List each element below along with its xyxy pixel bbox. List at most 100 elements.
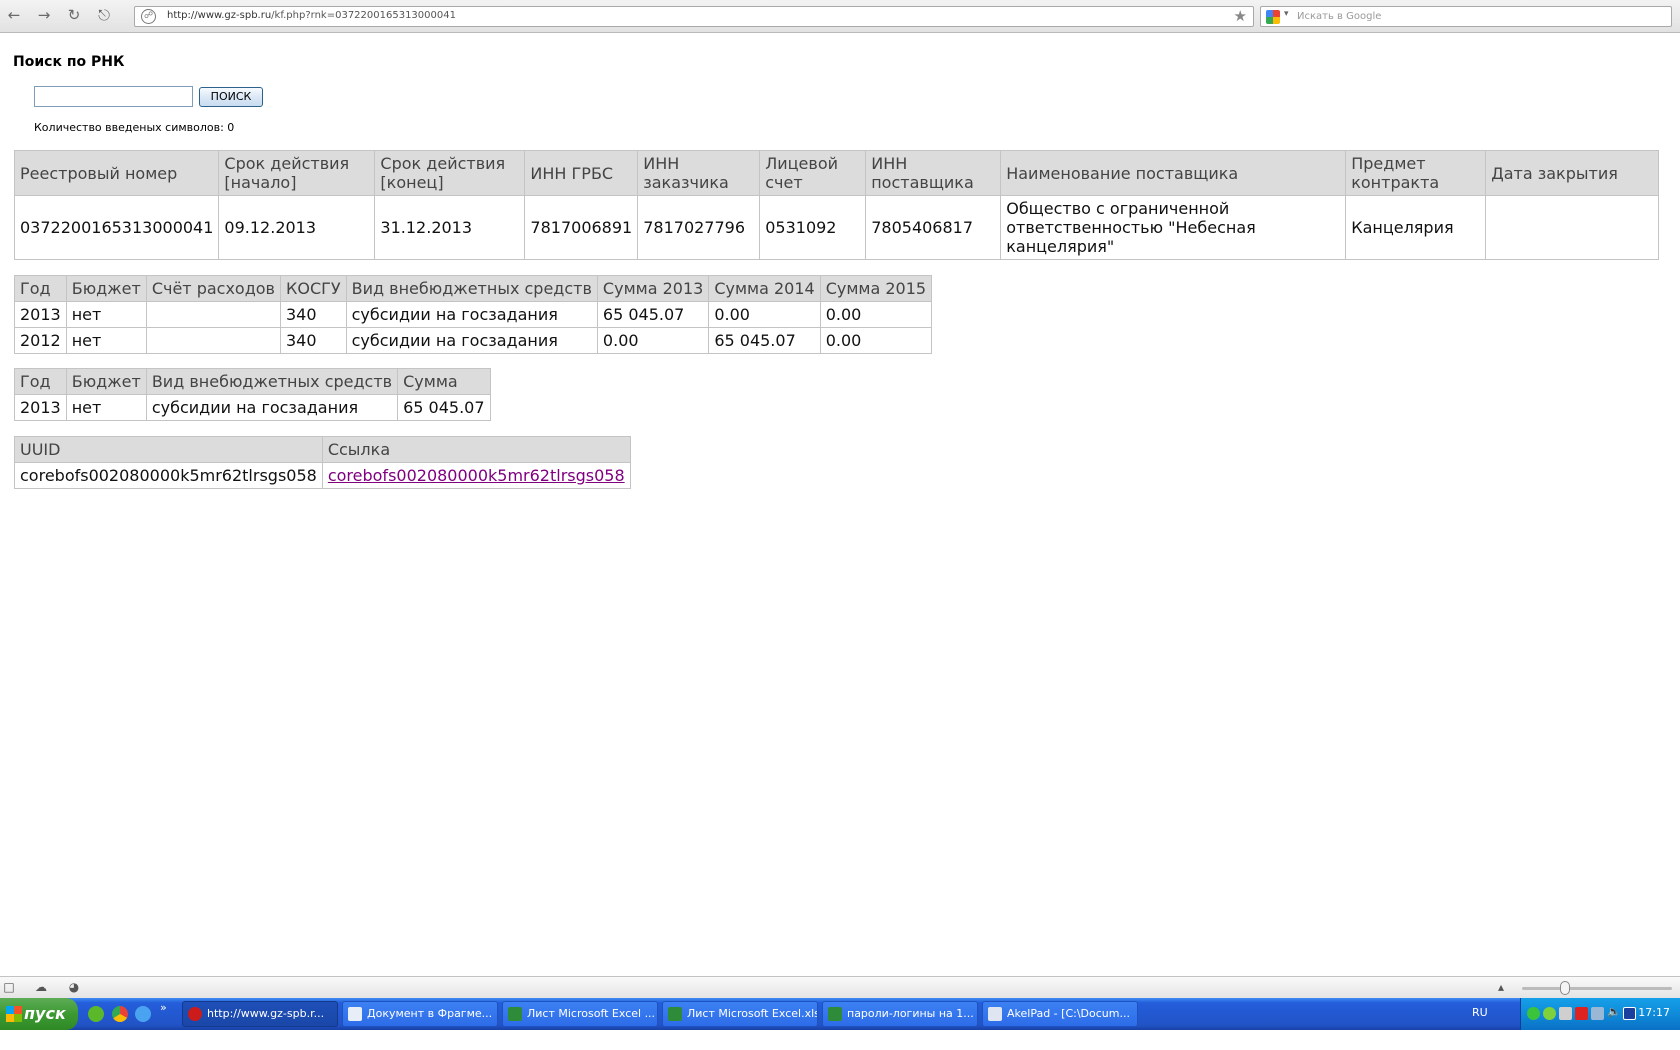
search-placeholder: Искать в Google (1297, 11, 1382, 22)
uuid-cell: corebofs002080000k5mr62tlrsgs058 (14, 462, 323, 489)
tray-app-icon[interactable] (1543, 1007, 1556, 1020)
table-cell: 2013 (14, 394, 67, 421)
tray-app-icon[interactable] (1591, 1007, 1604, 1020)
ie-icon[interactable] (135, 1006, 151, 1022)
antivirus-icon[interactable] (1527, 1007, 1540, 1020)
table-cell: нет (65, 301, 147, 328)
column-header: Реестровый номер (13, 150, 220, 196)
column-header: Вид внебюджетных средств (145, 368, 399, 395)
task-label: AkelPad - [C:\Docum... (1007, 1007, 1130, 1020)
table-row: 2013 нет 340 субсидии на госзадания 65 0… (14, 301, 933, 328)
sum-table: Год Бюджет Вид внебюджетных средств Сумм… (14, 368, 491, 421)
chrome-icon[interactable] (112, 1006, 128, 1022)
zoom-slider-track[interactable] (1522, 987, 1672, 990)
column-header: Сумма 2013 (596, 275, 710, 302)
taskbar-button[interactable]: Документ в Фрагме... (342, 1001, 498, 1027)
column-header: Предмет контракта (1345, 150, 1487, 196)
table-cell: 7817027796 (637, 195, 761, 260)
table-row: 0372200165313000041 09.12.2013 31.12.201… (13, 195, 1659, 260)
taskbar-button[interactable]: http://www.gz-spb.r... (182, 1001, 338, 1027)
browser-status-bar: □ ☁ ◕ ▴ (0, 976, 1680, 998)
column-header: Наименование поставщика (1000, 150, 1347, 196)
tray-app-icon[interactable] (1623, 1007, 1636, 1020)
panel-toggle-icon[interactable]: □ (2, 981, 16, 994)
speed-dial-icon[interactable]: ◕ (67, 981, 81, 994)
url-text[interactable]: http://www.gz-spb.ru/kf.php?rnk=03722001… (167, 10, 456, 21)
rnk-search-input[interactable] (34, 86, 193, 107)
table-cell: 09.12.2013 (218, 195, 376, 260)
taskbar-button[interactable]: Лист Microsoft Excel.xls (662, 1001, 818, 1027)
start-button[interactable]: пуск (0, 998, 78, 1030)
search-button[interactable]: ПОИСК (199, 87, 263, 107)
table-cell: 65 045.07 (708, 327, 821, 354)
cloud-icon[interactable]: ☁ (34, 981, 48, 994)
finance-table: Год Бюджет Счёт расходов КОСГУ Вид внебю… (14, 275, 933, 354)
document-icon (348, 1007, 362, 1021)
table-header-row: Год Бюджет Счёт расходов КОСГУ Вид внебю… (14, 275, 933, 302)
column-header: Срок действия [конец] (374, 150, 526, 196)
column-header: Срок действия [начало] (218, 150, 376, 196)
column-header: Счёт расходов (145, 275, 281, 302)
excel-icon (828, 1007, 842, 1021)
key-icon[interactable]: ⎋ (94, 5, 114, 25)
taskbar-button[interactable]: AkelPad - [C:\Docum... (982, 1001, 1138, 1027)
uuid-table: UUID Ссылка corebofs002080000k5mr62tlrsg… (14, 436, 631, 489)
more-icon[interactable]: » (160, 1001, 176, 1017)
table-cell: 0.00 (819, 301, 933, 328)
contract-table: Реестровый номер Срок действия [начало] … (13, 150, 1659, 260)
zoom-slider-thumb[interactable] (1560, 981, 1570, 995)
bookmark-star-icon[interactable]: ★ (1234, 7, 1247, 25)
taskbar-button[interactable]: Лист Microsoft Excel ... (502, 1001, 658, 1027)
task-label: http://www.gz-spb.r... (207, 1007, 325, 1020)
column-header: Сумма (397, 368, 491, 395)
column-header: ИНН заказчика (637, 150, 761, 196)
table-cell: 340 (279, 327, 347, 354)
forward-icon[interactable]: → (34, 5, 54, 25)
table-cell (145, 327, 281, 354)
table-cell: 0.00 (708, 301, 821, 328)
table-cell: субсидии на госзадания (345, 301, 598, 328)
table-cell (145, 301, 281, 328)
table-cell: 2013 (14, 301, 67, 328)
language-indicator[interactable]: RU (1472, 1006, 1488, 1019)
taskbar-button[interactable]: пароли-логины на 1... (822, 1001, 978, 1027)
column-header: ИНН ГРБС (524, 150, 639, 196)
column-header: Лицевой счет (759, 150, 867, 196)
volume-icon[interactable]: 🔈 (1607, 1005, 1621, 1018)
network-icon[interactable] (1559, 1007, 1572, 1020)
page-content: Поиск по РНК ПОИСК Количество введеных с… (0, 34, 1680, 976)
kaspersky-icon[interactable] (1575, 1007, 1588, 1020)
arrow-up-icon[interactable]: ▴ (1494, 981, 1508, 994)
browser-toolbar: ← → ↻ ⎋ ☍ http://www.gz-spb.ru/kf.php?rn… (0, 0, 1680, 33)
table-row: 2012 нет 340 субсидии на госзадания 0.00… (14, 327, 933, 354)
chevron-down-icon[interactable]: ▾ (1284, 9, 1289, 19)
globe-icon: ☍ (141, 9, 156, 24)
table-cell: 0.00 (819, 327, 933, 354)
table-header-row: Реестровый номер Срок действия [начало] … (13, 150, 1659, 196)
table-cell: субсидии на госзадания (145, 394, 399, 421)
table-cell: 7805406817 (865, 195, 1002, 260)
column-header: Год (14, 275, 67, 302)
column-header: Год (14, 368, 67, 395)
task-label: Лист Microsoft Excel.xls (687, 1007, 818, 1020)
table-cell: Общество с ограниченной ответственностью… (1000, 195, 1347, 260)
table-cell (1485, 195, 1659, 260)
uuid-link[interactable]: corebofs002080000k5mr62tlrsgs058 (328, 466, 625, 485)
column-header: Ссылка (321, 436, 631, 463)
task-label: Документ в Фрагме... (367, 1007, 493, 1020)
back-icon[interactable]: ← (4, 5, 24, 25)
table-cell: 0372200165313000041 (13, 195, 220, 260)
column-header: Дата закрытия (1485, 150, 1659, 196)
table-cell: 7817006891 (524, 195, 639, 260)
google-icon (1266, 10, 1280, 24)
table-cell: 31.12.2013 (374, 195, 526, 260)
table-cell: 0.00 (596, 327, 710, 354)
character-counter: Количество введеных символов: 0 (34, 121, 235, 134)
table-cell: 65 045.07 (397, 394, 491, 421)
quicklaunch-icon[interactable] (88, 1006, 104, 1022)
table-row: 2013 нет субсидии на госзадания 65 045.0… (14, 394, 491, 421)
address-bar[interactable]: ☍ http://www.gz-spb.ru/kf.php?rnk=037220… (134, 6, 1254, 27)
column-header: ИНН поставщика (865, 150, 1002, 196)
reload-icon[interactable]: ↻ (64, 5, 84, 25)
google-search-box[interactable]: ▾ Искать в Google (1260, 6, 1672, 27)
